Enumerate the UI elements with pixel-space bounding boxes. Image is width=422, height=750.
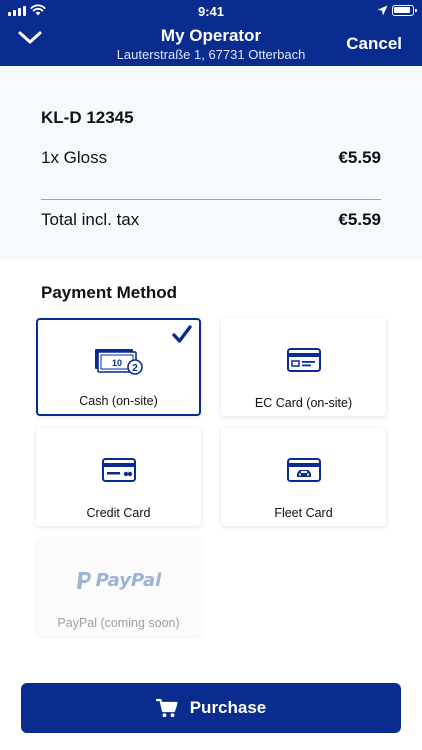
payment-option-label: EC Card (on-site) [254, 396, 353, 410]
payment-option-label: Cash (on-site) [79, 394, 158, 408]
cart-icon [155, 698, 178, 718]
location-arrow-icon [377, 5, 388, 16]
cash-icon: 10 2 [94, 349, 143, 375]
ec-card-icon [286, 348, 321, 372]
checkmark-icon [172, 325, 192, 343]
status-bar: 9:41 [0, 0, 422, 22]
banknote-value: 10 [111, 358, 121, 368]
paypal-icon [76, 571, 91, 589]
total-value: €5.59 [338, 210, 381, 229]
order-line-item: 1x Gloss €5.59 [41, 148, 381, 168]
order-summary: KL-D 12345 1x Gloss €5.59 Total incl. ta… [0, 66, 422, 260]
purchase-button[interactable]: Purchase [21, 683, 401, 733]
payment-option-label: Fleet Card [274, 506, 333, 520]
payment-method-heading: Payment Method [41, 283, 178, 302]
payment-option-label: PayPal (coming soon) [57, 616, 180, 630]
fleet-card-icon [286, 458, 321, 482]
cancel-button[interactable]: Cancel [346, 34, 402, 54]
total-label: Total incl. tax [41, 210, 140, 229]
paypal-logo-text: PayPal [95, 570, 162, 591]
paypal-logo: PayPal [76, 570, 162, 591]
line-item-label: 1x Gloss [41, 148, 108, 167]
payment-option-cash[interactable]: 10 2 Cash (on-site) [36, 318, 201, 416]
order-total: Total incl. tax €5.59 [41, 210, 381, 230]
summary-divider [41, 199, 381, 200]
coin-value: 2 [132, 363, 138, 374]
payment-option-label: Credit Card [86, 506, 151, 520]
purchase-label: Purchase [189, 698, 267, 717]
status-time: 9:41 [197, 4, 225, 19]
payment-option-ec-card[interactable]: EC Card (on-site) [221, 318, 386, 416]
payment-option-credit-card[interactable]: Credit Card [36, 428, 201, 526]
battery-icon [392, 5, 417, 16]
license-plate: KL-D 12345 [41, 108, 134, 127]
payment-option-paypal: PayPal PayPal (coming soon) [36, 538, 201, 636]
credit-card-icon [101, 458, 136, 482]
line-item-price: €5.59 [338, 148, 381, 167]
payment-option-fleet-card[interactable]: Fleet Card [221, 428, 386, 526]
app-header: 9:41 My Operator Lauterstraße 1, 67731 O… [0, 0, 422, 66]
payment-screen: 9:41 My Operator Lauterstraße 1, 67731 O… [0, 0, 422, 750]
